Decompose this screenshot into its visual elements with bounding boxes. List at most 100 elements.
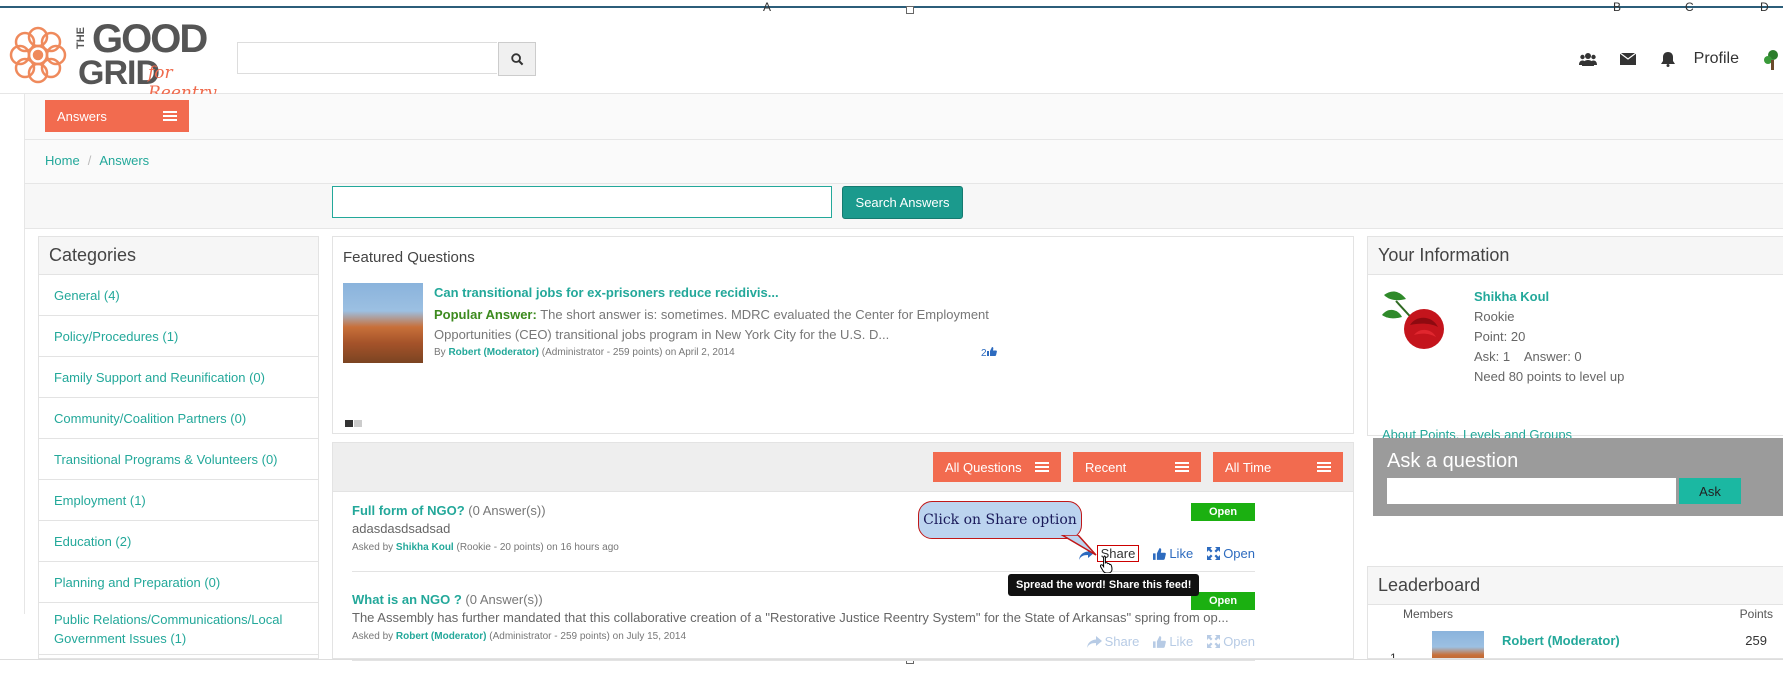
user-level: Rookie [1474, 309, 1515, 324]
ruler-line: A B C D [0, 0, 1783, 14]
breadcrumb: Home / Answers [45, 153, 149, 168]
question-author-meta: (Rookie - 20 points) on 16 hours ago [456, 542, 619, 553]
featured-answer: Popular Answer: The short answer is: som… [434, 305, 994, 345]
featured-likes[interactable]: 2 [981, 347, 997, 359]
carousel-dot[interactable] [345, 420, 353, 427]
all-time-label: All Time [1225, 459, 1272, 475]
answers-search-input[interactable] [332, 186, 832, 218]
leaderboard-member-link[interactable]: Robert (Moderator) [1502, 633, 1620, 648]
avatar[interactable] [1759, 47, 1783, 71]
question-title-link[interactable]: What is an NGO ? [352, 592, 462, 607]
question-author-link[interactable]: Robert (Moderator) [396, 631, 487, 642]
site-search-button[interactable] [498, 42, 536, 76]
left-gutter [0, 94, 25, 614]
carousel-dots [345, 415, 363, 430]
like-button[interactable]: Like [1153, 634, 1193, 649]
logo-good: GOOD [92, 17, 208, 61]
question-answer-count: (0 Answer(s)) [465, 592, 543, 607]
site-logo[interactable]: THE GOOD GRID for Reentry [6, 13, 226, 103]
question-body: The Assembly has further mandated that t… [352, 610, 1229, 625]
category-item[interactable]: General (4) [39, 275, 318, 316]
recent-label: Recent [1085, 459, 1127, 475]
featured-panel: Featured Questions Can transitional jobs… [332, 236, 1354, 434]
featured-author-meta: (Administrator - 259 points) on April 2,… [541, 347, 735, 358]
callout-pointer [1060, 535, 1097, 556]
logo-the: THE [75, 27, 87, 49]
open-button[interactable]: Open [1207, 546, 1255, 561]
menu-icon [1317, 462, 1331, 472]
categories-panel: Categories General (4) Policy/Procedures… [38, 236, 319, 659]
category-item[interactable]: Public Relations/Communications/Local Go… [39, 603, 318, 655]
question-item: What is an NGO ? (0 Answer(s)) The Assem… [352, 592, 1255, 661]
asked-by: Asked by [352, 631, 394, 642]
question-item: Full form of NGO? (0 Answer(s)) adasdasd… [352, 503, 1255, 572]
share-icon [1086, 635, 1102, 648]
search-answers-button[interactable]: Search Answers [842, 186, 963, 219]
open-label: Open [1223, 546, 1255, 561]
all-questions-label: All Questions [945, 459, 1022, 475]
category-item[interactable]: Planning and Preparation (0) [39, 562, 318, 603]
user-avatar[interactable] [1378, 285, 1450, 357]
categories-title: Categories [39, 237, 318, 275]
all-time-filter[interactable]: All Time [1213, 452, 1343, 482]
open-button[interactable]: Open [1207, 634, 1255, 649]
question-body: adasdasdsadsad [352, 521, 451, 536]
category-item[interactable]: Policy/Procedures (1) [39, 316, 318, 357]
category-item[interactable]: Transitional Programs & Volunteers (0) [39, 439, 318, 480]
open-label: Open [1223, 634, 1255, 649]
recent-filter[interactable]: Recent [1073, 452, 1201, 482]
question-title-row: Full form of NGO? (0 Answer(s)) [352, 503, 1255, 518]
like-button[interactable]: Like [1153, 546, 1193, 561]
breadcrumb-home[interactable]: Home [45, 153, 80, 168]
expand-icon [1207, 635, 1221, 648]
featured-author-link[interactable]: Robert (Moderator) [448, 347, 539, 358]
category-item[interactable]: Education (2) [39, 521, 318, 562]
leaderboard-members-header: Members [1403, 607, 1454, 621]
all-questions-filter[interactable]: All Questions [933, 452, 1061, 482]
logo-grid: GRID [78, 54, 160, 92]
envelope-icon [1619, 53, 1636, 65]
notifications-button[interactable] [1648, 42, 1688, 76]
users-button[interactable] [1568, 42, 1608, 76]
question-answer-count: (0 Answer(s)) [468, 503, 546, 518]
featured-question-link[interactable]: Can transitional jobs for ex-prisoners r… [434, 285, 779, 300]
breadcrumb-answers[interactable]: Answers [99, 153, 149, 168]
user-level-up: Need 80 points to level up [1474, 369, 1625, 384]
user-name-link[interactable]: Shikha Koul [1474, 289, 1549, 304]
question-title-link[interactable]: Full form of NGO? [352, 503, 465, 518]
bell-icon [1660, 51, 1675, 67]
site-search-input[interactable] [237, 42, 497, 74]
leaderboard-avatar[interactable] [1432, 631, 1484, 658]
header-actions: Profile [1568, 42, 1783, 76]
featured-image[interactable] [343, 283, 423, 363]
category-item[interactable]: Family Support and Reunification (0) [39, 357, 318, 398]
status-badge: Open [1191, 592, 1255, 610]
breadcrumb-separator: / [87, 153, 92, 168]
messages-button[interactable] [1608, 42, 1648, 76]
your-information-title: Your Information [1368, 237, 1783, 275]
answers-menu-button[interactable]: Answers [45, 100, 189, 132]
share-tooltip: Spread the word! Share this feed! [1008, 574, 1200, 596]
page-bottom-border [0, 659, 1783, 660]
profile-link[interactable]: Profile [1694, 50, 1739, 68]
users-icon [1578, 53, 1597, 66]
annotation-callout: Click on Share option [918, 501, 1082, 539]
status-badge: Open [1191, 503, 1255, 521]
carousel-dot[interactable] [354, 420, 362, 427]
ask-question-input[interactable] [1387, 478, 1676, 504]
user-points: Point: 20 [1474, 329, 1526, 344]
leaderboard-points-header: Points [1739, 607, 1773, 621]
question-filter-bar: All Questions Recent All Time [332, 442, 1354, 492]
expand-icon [1207, 547, 1221, 560]
question-author-link[interactable]: Shikha Koul [396, 542, 454, 553]
popular-answer-label: Popular Answer: [434, 307, 537, 322]
share-label: Share [1104, 634, 1140, 649]
hand-cursor-icon [1100, 555, 1113, 573]
ask-button[interactable]: Ask [1679, 478, 1741, 504]
share-button[interactable]: Share [1086, 634, 1140, 649]
featured-by: By [434, 347, 446, 358]
category-item[interactable]: Community/Coalition Partners (0) [39, 398, 318, 439]
nav-band [25, 94, 1783, 140]
leaderboard-title: Leaderboard [1368, 567, 1783, 605]
category-item[interactable]: Employment (1) [39, 480, 318, 521]
